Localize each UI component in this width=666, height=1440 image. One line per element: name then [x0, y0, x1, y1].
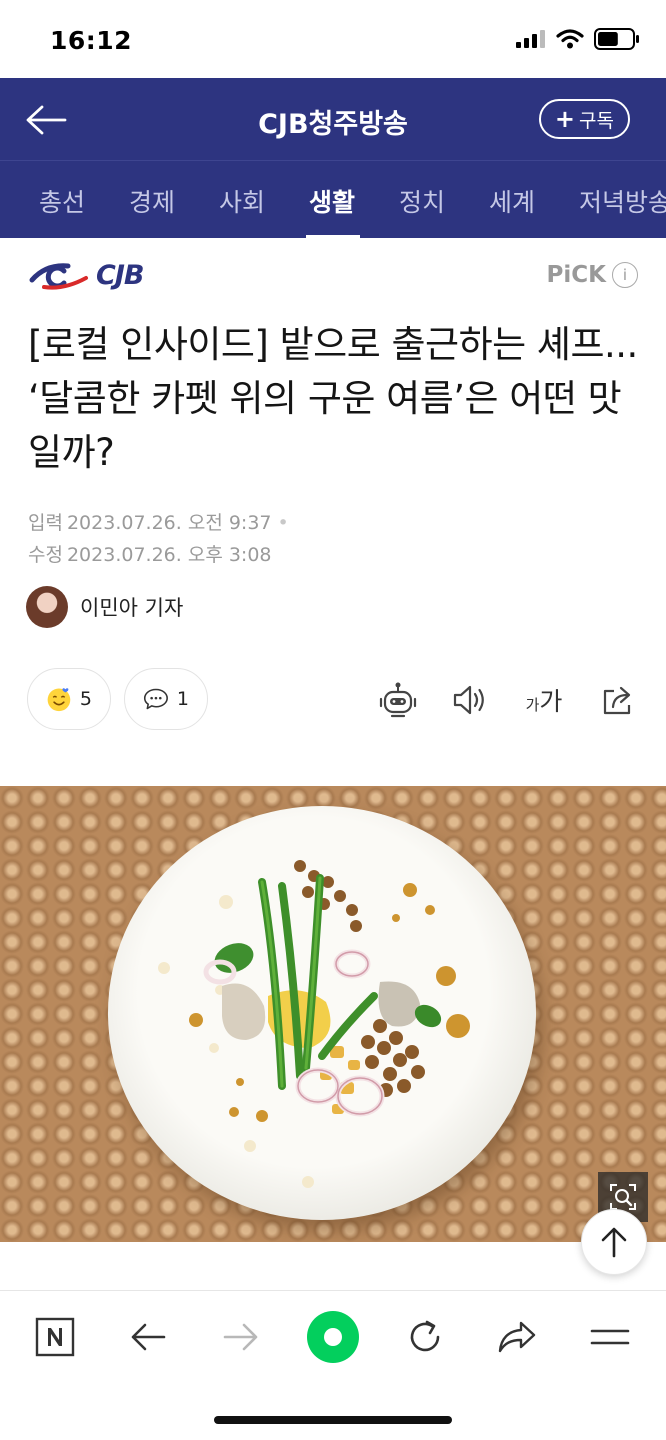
- modified-label: 수정: [28, 544, 63, 566]
- active-tab-indicator: [306, 235, 360, 238]
- tab-society[interactable]: 사회: [219, 183, 265, 219]
- reaction-button[interactable]: 5: [27, 668, 111, 730]
- section-tabs: 총선 경제 사회 생활 정치 세계 저녁방송: [0, 160, 666, 238]
- separator-dot-icon: •: [277, 512, 289, 534]
- browser-share-button[interactable]: [489, 1309, 545, 1365]
- refresh-icon: [410, 1320, 440, 1352]
- wifi-icon: [556, 29, 584, 49]
- subscribe-button[interactable]: + 구독: [538, 99, 630, 139]
- reporter-name: 이민아 기자: [80, 596, 184, 620]
- reaction-count: 5: [79, 688, 92, 710]
- plus-icon: +: [554, 105, 576, 133]
- zoom-icon: [610, 1184, 636, 1210]
- article-headline: [로컬 인사이드] 밭으로 출근하는 셰프... ‘달콤한 카펫 위의 구운 여…: [28, 323, 638, 474]
- press-logo-text: CJB: [96, 259, 144, 291]
- browser-back-button[interactable]: [120, 1309, 176, 1365]
- tab-life[interactable]: 생활: [309, 183, 355, 219]
- modified-date: 2023.07.26. 오후 3:08: [66, 544, 272, 566]
- article-photo[interactable]: [0, 786, 666, 1242]
- pick-label: PiCK: [546, 262, 606, 288]
- arrow-right-icon: [223, 1323, 258, 1351]
- scroll-to-top-button[interactable]: [581, 1209, 647, 1275]
- article-actions: 5 1 가가: [0, 668, 666, 732]
- battery-icon: [594, 28, 639, 50]
- app-header: CJB청주방송 + 구독: [0, 78, 666, 160]
- input-date-row: 입력 2023.07.26. 오전 9:37 •: [28, 508, 289, 535]
- comment-button[interactable]: 1: [124, 668, 208, 730]
- cjb-logo-mark-icon: [29, 263, 88, 290]
- reload-button[interactable]: [397, 1309, 453, 1365]
- reporter-link[interactable]: 이민아 기자: [26, 586, 183, 628]
- tab-politics[interactable]: 정치: [399, 183, 445, 219]
- hamburger-menu-icon: [590, 1329, 630, 1345]
- tts-button[interactable]: [448, 678, 492, 722]
- naver-home-button[interactable]: [27, 1309, 83, 1365]
- avatar: [26, 586, 68, 628]
- tab-economy[interactable]: 경제: [129, 183, 175, 219]
- share-icon: [603, 686, 631, 715]
- green-dot-button[interactable]: [305, 1309, 361, 1365]
- info-icon[interactable]: i: [612, 262, 638, 288]
- tab-world[interactable]: 세계: [489, 183, 535, 219]
- naver-n-icon: [35, 1317, 75, 1357]
- pick-badge[interactable]: PiCK i: [547, 262, 638, 288]
- home-indicator: [214, 1416, 452, 1424]
- arrow-up-icon: [601, 1227, 627, 1258]
- comment-count: 1: [176, 688, 189, 710]
- summary-bot-button[interactable]: [376, 678, 420, 722]
- share-button[interactable]: [596, 678, 640, 722]
- speaker-icon: [453, 685, 484, 715]
- menu-button[interactable]: [582, 1309, 638, 1365]
- speech-bubble-icon: [143, 688, 168, 710]
- tab-general[interactable]: 총선: [39, 183, 85, 219]
- green-dot-icon: [307, 1311, 359, 1363]
- tab-evening-news[interactable]: 저녁방송: [579, 183, 666, 219]
- subscribe-label: 구독: [579, 109, 614, 132]
- status-icons: [516, 28, 640, 50]
- status-time: 16:12: [50, 26, 133, 55]
- press-logo[interactable]: CJB: [28, 258, 144, 292]
- font-size-small-label: 가: [525, 695, 540, 714]
- smile-emoji-icon: [47, 688, 71, 712]
- input-label: 입력: [28, 512, 63, 534]
- signal-icon: [516, 30, 545, 48]
- arrow-left-icon: [131, 1323, 166, 1351]
- font-size-button[interactable]: 가가: [520, 678, 568, 722]
- input-date: 2023.07.26. 오전 9:37: [66, 512, 272, 534]
- browser-forward-button[interactable]: [213, 1309, 269, 1365]
- status-bar: 16:12: [0, 0, 666, 78]
- font-size-large-label: 가: [539, 687, 563, 716]
- modified-date-row: 수정 2023.07.26. 오후 3:08: [28, 540, 272, 567]
- food-illustration: [158, 860, 470, 1188]
- share-arrow-icon: [498, 1321, 536, 1353]
- robot-icon: [379, 682, 417, 718]
